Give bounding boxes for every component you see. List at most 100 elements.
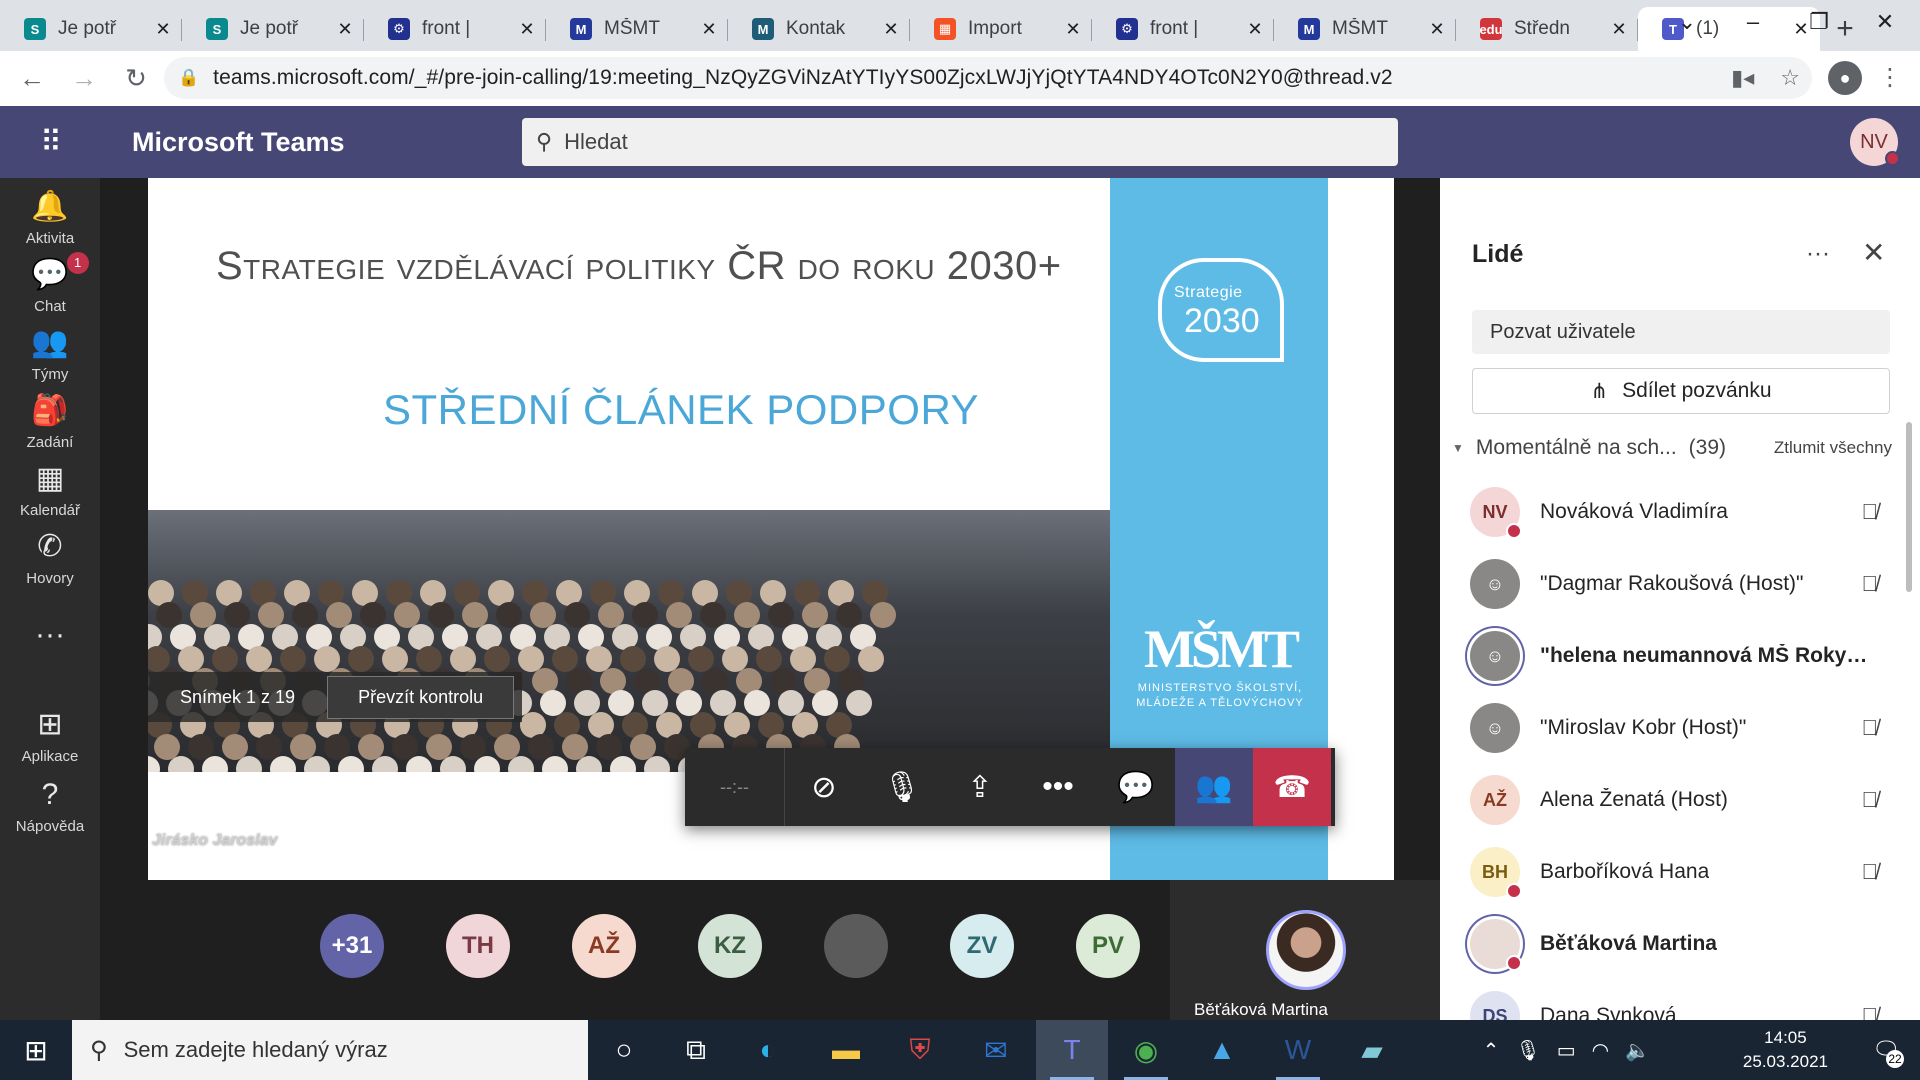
participant-avatar[interactable]: PV [1076, 914, 1140, 978]
close-pane-icon[interactable]: ✕ [1862, 236, 1885, 269]
participant-row[interactable]: ☺ "Dagmar Rakoušová (Host)" 🎙̸ [1470, 554, 1890, 614]
photo-detail [542, 756, 568, 772]
participant-row[interactable]: ☺ "Miroslav Kobr (Host)" 🎙̸ [1470, 698, 1890, 758]
close-window-icon[interactable]: ✕ [1852, 0, 1918, 44]
browser-tab[interactable]: ⚙ front | ✕ [1092, 7, 1274, 51]
tray-mic-icon[interactable]: 🎙 [1515, 1038, 1540, 1063]
tab-close-icon[interactable]: ✕ [1064, 19, 1082, 40]
reload-icon[interactable]: ↻ [116, 59, 156, 99]
my-avatar[interactable]: NV [1850, 118, 1900, 166]
windows-start-icon[interactable]: ⊞ [0, 1020, 72, 1080]
edge-icon[interactable]: ◐ [732, 1020, 804, 1080]
rail-label: Aktivita [25, 230, 75, 247]
help-icon: ? [41, 778, 59, 811]
participant-avatar[interactable] [824, 914, 888, 978]
clock[interactable]: 14:05 25.03.2021 [1743, 1026, 1828, 1074]
url-field[interactable]: 🔒 teams.microsoft.com/_#/pre-join-callin… [164, 57, 1812, 99]
camera-off-icon[interactable]: ⊘ [785, 748, 863, 826]
outlook-icon[interactable]: ✉ [960, 1020, 1032, 1080]
chrome-icon[interactable]: ◉ [1110, 1020, 1182, 1080]
browser-tab[interactable]: ⚙ front | ✕ [364, 7, 546, 51]
rail-item-4[interactable]: ▦ Kalendář [0, 462, 100, 519]
wifi-icon[interactable]: ◠ [1592, 1038, 1609, 1063]
minimize-icon[interactable]: – [1720, 0, 1786, 44]
hang-up-icon[interactable]: ☎ [1253, 748, 1331, 826]
browser-tab[interactable]: S Je potř ✕ [0, 7, 182, 51]
battery-icon[interactable]: ▭ [1557, 1038, 1576, 1063]
participant-row[interactable]: AŽ Alena Ženatá (Host) 🎙̸ [1470, 770, 1890, 830]
tab-close-icon[interactable]: ✕ [882, 19, 900, 40]
participant-row[interactable]: NV Nováková Vladimíra 🎙̸ [1470, 482, 1890, 542]
camera-icon[interactable]: ▮◂ [1731, 65, 1754, 91]
notification-center-icon[interactable]: 🗨 22 [1866, 1030, 1906, 1070]
rail-item-7[interactable]: ? Nápověda [0, 778, 100, 835]
more-actions-icon[interactable]: ••• [1019, 748, 1097, 826]
participant-avatar[interactable]: TH [446, 914, 510, 978]
browser-tab[interactable]: S Je potř ✕ [182, 7, 364, 51]
bookmark-star-icon[interactable]: ☆ [1780, 65, 1800, 91]
profile-avatar-icon[interactable]: ● [1828, 61, 1862, 95]
browser-menu-icon[interactable]: ⋮ [1878, 63, 1902, 92]
tab-title: front | [422, 18, 471, 39]
mic-off-icon[interactable]: 🎙 [863, 748, 941, 826]
tray-chevron-icon[interactable]: ⌃ [1483, 1038, 1500, 1063]
share-screen-icon[interactable]: ⇪ [941, 748, 1019, 826]
rail-item-0[interactable]: 🔔 Aktivita [0, 190, 100, 247]
back-icon[interactable]: ← [12, 59, 52, 99]
rail-item-5[interactable]: ✆ Hovory [0, 530, 100, 587]
security-app-icon[interactable]: ⛨ [884, 1020, 956, 1080]
restore-icon[interactable]: ❐ [1786, 0, 1852, 44]
browser-tab[interactable]: M MŠMT ✕ [1274, 7, 1456, 51]
participants-icon[interactable]: 👥 [1175, 748, 1253, 826]
notes-icon[interactable]: ▰ [1336, 1020, 1408, 1080]
take-control-button[interactable]: Převzít kontrolu [327, 675, 515, 719]
participant-name: Běťáková Martina [1540, 932, 1717, 955]
participant-row[interactable]: BH Barboříková Hana 🎙̸ [1470, 842, 1890, 902]
mic-muted-icon: 🎙̸ [1861, 715, 1879, 740]
pane-more-icon[interactable]: ··· [1806, 240, 1830, 268]
tab-close-icon[interactable]: ✕ [154, 19, 172, 40]
browser-tab[interactable]: edu Středn ✕ [1456, 7, 1638, 51]
forward-icon[interactable]: → [64, 59, 104, 99]
tab-search-icon[interactable]: ⌄ [1654, 0, 1720, 44]
rail-more-icon[interactable]: ··· [0, 618, 100, 652]
rail-item-1[interactable]: 💬 1 Chat [0, 252, 100, 315]
search-input[interactable]: ⚲ Hledat [522, 118, 1398, 166]
cortana-icon[interactable]: ○ [588, 1020, 660, 1080]
strategie-2030-logo: Strategie 2030 [1158, 258, 1284, 362]
browser-tab[interactable]: ▦ Import ✕ [910, 7, 1092, 51]
invite-input[interactable]: Pozvat uživatele [1472, 310, 1890, 354]
volume-icon[interactable]: 🔈 [1625, 1038, 1650, 1063]
rail-item-2[interactable]: 👥 Týmy [0, 326, 100, 383]
in-meeting-section[interactable]: ▼ Momentálně na sch... (39) Ztlumit všec… [1452, 436, 1892, 460]
app-rail: ··· 🔔 Aktivita 💬 1 Chat 👥 Týmy 🎒 Zadání ▦ Kalendář… [0, 178, 100, 1020]
participant-avatar: NV [1470, 487, 1522, 539]
word-icon[interactable]: W [1262, 1020, 1334, 1080]
rail-item-3[interactable]: 🎒 Zadání [0, 394, 100, 451]
participant-avatar[interactable]: KZ [698, 914, 762, 978]
browser-tab[interactable]: M MŠMT ✕ [546, 7, 728, 51]
app-launcher-icon[interactable]: ⠿ [0, 125, 100, 160]
participant-row[interactable]: ☺ "helena neumannová MŠ Rokyt... [1470, 626, 1890, 686]
mute-all-button[interactable]: Ztlumit všechny [1774, 438, 1892, 458]
tab-close-icon[interactable]: ✕ [700, 19, 718, 40]
tab-close-icon[interactable]: ✕ [1246, 19, 1264, 40]
task-view-icon[interactable]: ⧉ [660, 1020, 732, 1080]
tab-close-icon[interactable]: ✕ [518, 19, 536, 40]
participant-avatar[interactable]: ZV [950, 914, 1014, 978]
photos-icon[interactable]: ▲ [1186, 1020, 1258, 1080]
share-invite-button[interactable]: ⋔ Sdílet pozvánku [1472, 368, 1890, 414]
pane-scrollbar[interactable] [1906, 422, 1912, 592]
tab-close-icon[interactable]: ✕ [1610, 19, 1628, 40]
tab-close-icon[interactable]: ✕ [336, 19, 354, 40]
file-explorer-icon[interactable]: ▬ [810, 1020, 882, 1080]
rail-item-6[interactable]: ⊞ Aplikace [0, 708, 100, 765]
meeting-chat-icon[interactable]: 💬 [1097, 748, 1175, 826]
taskbar-search[interactable]: ⚲ Sem zadejte hledaný výraz [72, 1020, 588, 1080]
teams-taskbar-icon[interactable]: T [1036, 1020, 1108, 1080]
overflow-participants[interactable]: +31 [320, 914, 384, 978]
participant-avatar[interactable]: AŽ [572, 914, 636, 978]
tab-close-icon[interactable]: ✕ [1428, 19, 1446, 40]
browser-tab[interactable]: M Kontak ✕ [728, 7, 910, 51]
participant-row[interactable]: Běťáková Martina [1470, 914, 1890, 974]
